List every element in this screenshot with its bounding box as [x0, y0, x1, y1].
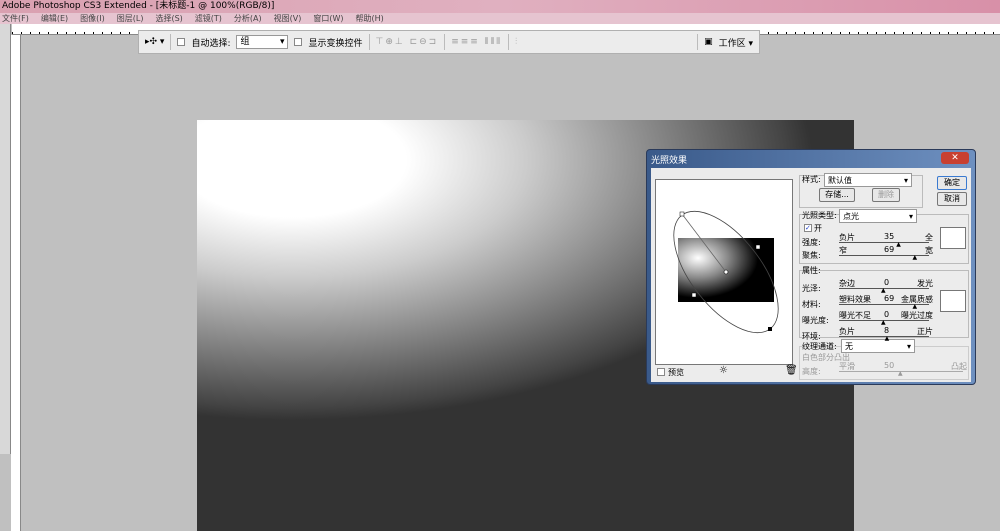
separator: [368, 34, 370, 50]
save-button[interactable]: 存储...: [819, 188, 855, 202]
auto-select-dropdown[interactable]: 组: [236, 35, 289, 49]
height-label: 高度:: [802, 367, 821, 376]
ambience-label: 环境:: [802, 332, 821, 341]
texture-dropdown[interactable]: 无: [841, 339, 915, 353]
trash-icon[interactable]: 🗑: [785, 365, 798, 376]
focus-value: 69: [884, 245, 895, 254]
separator: [444, 34, 446, 50]
menu-filter[interactable]: 滤镜(T): [195, 13, 222, 24]
light-color-swatch[interactable]: [940, 227, 966, 249]
separator: [170, 34, 172, 50]
focus-label: 聚焦:: [802, 251, 821, 260]
material-value: 69: [884, 294, 895, 303]
separator: [508, 34, 510, 50]
title-bar: Adobe Photoshop CS3 Extended - [未标题-1 @ …: [0, 0, 1000, 13]
align-icons[interactable]: ⊤⊕⊥ ⊏⊖⊐: [376, 37, 439, 47]
intensity-value: 35: [884, 232, 895, 241]
menu-help[interactable]: 帮助(H): [356, 13, 384, 24]
preview-checkbox[interactable]: [657, 368, 665, 376]
move-tool-icon[interactable]: ▸✣ ▾: [145, 37, 164, 47]
menu-bar: 文件(F) 编辑(E) 图像(I) 图层(L) 选择(S) 滤镜(T) 分析(A…: [0, 13, 1000, 24]
cancel-button[interactable]: 取消: [937, 192, 967, 206]
auto-select-label: 自动选择:: [191, 38, 231, 49]
vertical-ruler: [11, 35, 21, 531]
menu-file[interactable]: 文件(F): [2, 13, 29, 24]
ambience-slider-thumb[interactable]: ▲: [885, 335, 890, 342]
separator: [697, 34, 699, 50]
menu-select[interactable]: 选择(S): [155, 13, 182, 24]
intensity-label: 强度:: [802, 238, 821, 247]
delete-button: 删除: [872, 188, 900, 202]
preview-label: 预览: [668, 368, 684, 377]
light-preview[interactable]: [655, 179, 793, 365]
bridge-icon[interactable]: ▣: [704, 37, 713, 47]
on-checkbox[interactable]: ✓: [804, 224, 812, 232]
focus-slider-thumb[interactable]: ▲: [913, 254, 918, 261]
exposure-slider-thumb[interactable]: ▲: [881, 319, 886, 326]
options-bar: ▸✣ ▾ 自动选择: 组 显示变换控件 ⊤⊕⊥ ⊏⊖⊐ ≡≡≡ ⫴⫴⫴ ⫶ ▣ …: [138, 30, 760, 54]
style-dropdown[interactable]: 默认值: [824, 173, 912, 187]
menu-window[interactable]: 窗口(W): [313, 13, 343, 24]
distribute-icons[interactable]: ≡≡≡ ⫴⫴⫴: [451, 37, 502, 47]
properties-label: 属性:: [802, 266, 821, 275]
ambient-color-swatch[interactable]: [940, 290, 966, 312]
light-bulb-icon[interactable]: ☼: [719, 365, 728, 376]
gloss-value: 0: [884, 278, 890, 287]
show-transform-label: 显示变换控件: [308, 38, 363, 49]
close-button[interactable]: ✕: [941, 152, 969, 164]
on-label: 开: [814, 224, 822, 233]
menu-analysis[interactable]: 分析(A): [234, 13, 262, 24]
menu-image[interactable]: 图像(I): [80, 13, 105, 24]
workspace-button[interactable]: 工作区 ▾: [719, 36, 753, 49]
dialog-title: 光照效果: [651, 156, 688, 166]
height-slider-thumb: ▲: [898, 370, 903, 377]
tools-panel[interactable]: [0, 24, 11, 454]
ok-button[interactable]: 确定: [937, 176, 967, 190]
ambience-value: 8: [884, 326, 890, 335]
auto-select-checkbox[interactable]: [177, 38, 186, 46]
style-label: 样式:: [802, 175, 821, 184]
show-transform-checkbox[interactable]: [294, 38, 303, 46]
intensity-slider-track[interactable]: [839, 242, 929, 243]
menu-layer[interactable]: 图层(L): [117, 13, 144, 24]
exposure-label: 曝光度:: [802, 316, 829, 325]
light-type-label: 光照类型:: [802, 211, 837, 220]
height-value: 50: [884, 361, 895, 370]
gloss-label: 光泽:: [802, 284, 821, 293]
light-ellipse[interactable]: [656, 180, 794, 366]
exposure-value: 0: [884, 310, 890, 319]
menu-view[interactable]: 视图(V): [274, 13, 302, 24]
auto-align-icon[interactable]: ⫶: [515, 37, 519, 47]
lighting-effects-dialog: 光照效果 ✕ 预览 ☼ 🗑 样式: 默认值 存储... 删除 确定 取消 光照类…: [646, 149, 976, 385]
intensity-slider-thumb[interactable]: ▲: [896, 241, 901, 248]
material-slider-thumb[interactable]: ▲: [913, 303, 918, 310]
gloss-slider-thumb[interactable]: ▲: [881, 287, 886, 294]
texture-label: 纹理通道:: [802, 342, 837, 351]
light-type-dropdown[interactable]: 点光: [839, 209, 917, 223]
menu-edit[interactable]: 编辑(E): [41, 13, 68, 24]
material-label: 材料:: [802, 300, 821, 309]
